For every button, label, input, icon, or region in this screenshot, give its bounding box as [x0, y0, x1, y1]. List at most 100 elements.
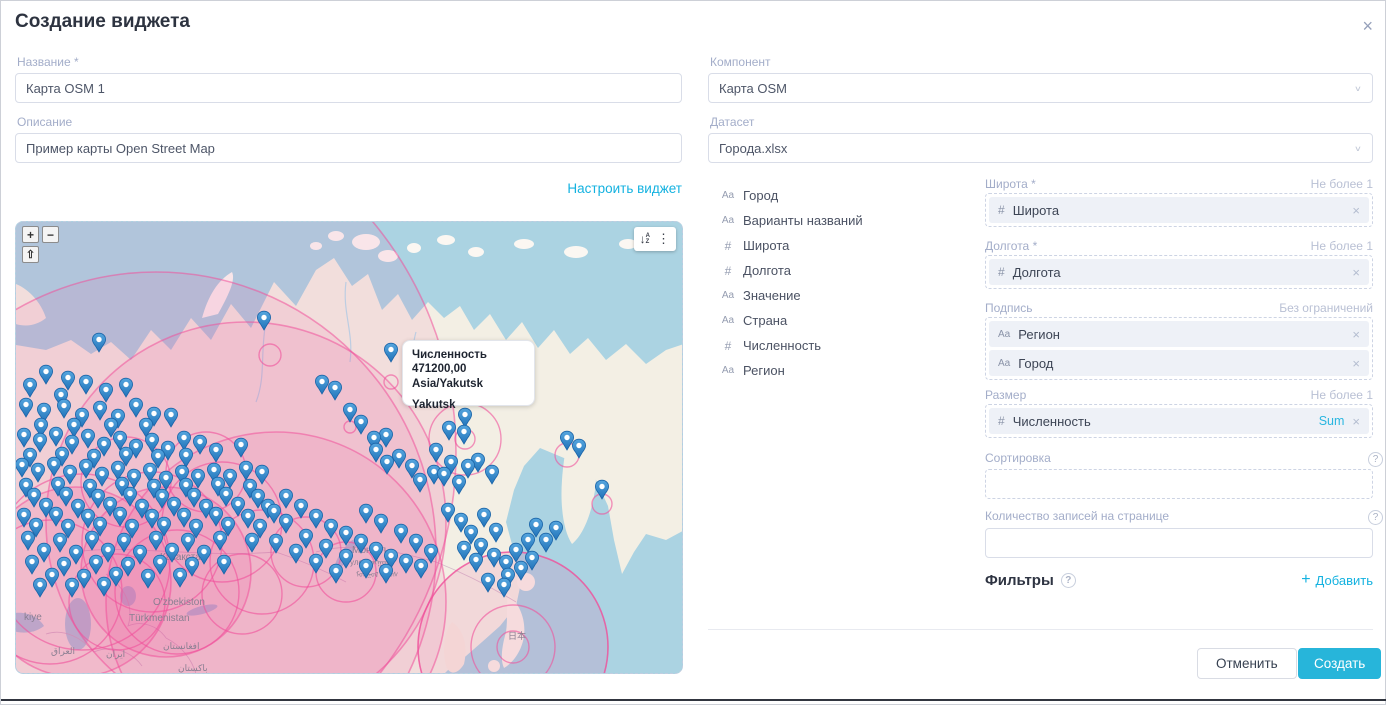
number-type-icon: # — [998, 265, 1005, 279]
text-type-icon: Aa — [998, 329, 1010, 340]
text-type-icon: Aa — [998, 358, 1010, 369]
slot-label: Подпись — [985, 301, 1033, 315]
slot-limit-hint: Не более 1 — [1311, 239, 1373, 253]
close-icon[interactable]: × — [1362, 17, 1373, 35]
text-type-icon: Aa — [721, 315, 735, 326]
chip-remove-icon[interactable]: × — [1352, 327, 1360, 342]
chevron-down-icon: ∨ — [1354, 143, 1362, 152]
map-extent-button[interactable]: ⇧ — [22, 246, 39, 263]
number-type-icon: # — [721, 264, 735, 278]
chevron-down-icon: ∨ — [1354, 83, 1362, 92]
filters-help-icon[interactable]: ? — [1061, 573, 1076, 588]
chip-label: Регион — [1018, 327, 1060, 342]
create-widget-modal: { "modal": { "title": "Создание виджета"… — [0, 0, 1386, 705]
cancel-button[interactable]: Отменить — [1197, 648, 1297, 679]
number-type-icon: # — [998, 414, 1005, 428]
text-type-icon: Aa — [721, 215, 735, 226]
filters-label: Фильтры — [985, 572, 1054, 589]
svg-text:العراق: العراق — [51, 646, 75, 657]
chip-remove-icon[interactable]: × — [1352, 414, 1360, 429]
page-title: Создание виджета — [15, 11, 190, 33]
map-zoom-in-button[interactable]: + — [22, 226, 39, 243]
slot-limit-hint: Не более 1 — [1311, 388, 1373, 402]
pagesize-label: Количество записей на странице — [985, 509, 1169, 523]
dataset-field-item[interactable]: Aa Значение — [708, 283, 976, 308]
sorting-dropzone[interactable] — [985, 469, 1373, 499]
dataset-field-label: Варианты названий — [743, 213, 863, 228]
slot-dropzone[interactable]: # Численность Sum × — [985, 404, 1373, 438]
dataset-field-item[interactable]: # Широта — [708, 233, 976, 258]
dataset-field-label: Город — [743, 188, 778, 203]
svg-text:kiye: kiye — [24, 612, 42, 623]
slot-label: Долгота * — [985, 239, 1037, 253]
chip-label: Численность — [1013, 414, 1091, 429]
svg-text:Türkmenistan: Türkmenistan — [129, 613, 190, 624]
map-zoom-out-button[interactable]: − — [42, 226, 59, 243]
svg-text:باكستان: باكستان — [178, 663, 208, 673]
chip-label: Широта — [1013, 203, 1059, 218]
chip-label: Город — [1018, 356, 1053, 371]
dataset-select[interactable]: Города.xlsx∨ — [708, 133, 1373, 163]
field-chip[interactable]: Aa Регион × — [989, 321, 1369, 347]
configure-widget-link[interactable]: Настроить виджет — [15, 181, 682, 196]
slot-limit-hint: Без ограничений — [1279, 301, 1373, 315]
slot-dropzone[interactable]: # Широта × — [985, 193, 1373, 227]
chip-label: Долгота — [1013, 265, 1061, 280]
map-canvas: ҚазақстанO'zbekistonTürkmenistanافغانستا… — [16, 222, 683, 674]
create-button[interactable]: Создать — [1298, 648, 1381, 679]
description-input[interactable]: Пример карты Open Street Map — [15, 133, 682, 163]
tooltip-measure-label: Численность — [412, 349, 487, 361]
dataset-field-label: Регион — [743, 363, 785, 378]
text-type-icon: Aa — [721, 365, 735, 376]
chip-remove-icon[interactable]: × — [1352, 356, 1360, 371]
tooltip-city: Yakutsk — [412, 398, 525, 412]
tooltip-measure-value: 471200,00 — [412, 363, 466, 375]
sorting-label: Сортировка — [985, 451, 1051, 465]
map-preview[interactable]: ҚазақстанO'zbekistonTürkmenistanافغانستا… — [15, 221, 683, 674]
plus-icon: + — [1301, 571, 1310, 589]
number-type-icon: # — [721, 239, 735, 253]
add-filter-link[interactable]: + Добавить — [1301, 571, 1373, 589]
bottom-edge-bar — [1, 699, 1386, 701]
aggregation-label[interactable]: Sum — [1319, 414, 1345, 428]
number-type-icon: # — [998, 203, 1005, 217]
text-type-icon: Aa — [721, 290, 735, 301]
number-type-icon: # — [721, 339, 735, 353]
dataset-field-item[interactable]: Aa Регион — [708, 358, 976, 383]
dataset-field-item[interactable]: Aa Варианты названий — [708, 208, 976, 233]
component-select[interactable]: Карта OSM∨ — [708, 73, 1373, 103]
dataset-field-label: Значение — [743, 288, 801, 303]
dataset-field-item[interactable]: # Численность — [708, 333, 976, 358]
kebab-menu-icon[interactable]: ⋮ — [657, 231, 670, 247]
dataset-label: Датасет — [710, 115, 754, 129]
slot-limit-hint: Не более 1 — [1311, 177, 1373, 191]
field-chip[interactable]: Aa Город × — [989, 350, 1369, 376]
component-label: Компонент — [710, 55, 771, 69]
sort-az-icon[interactable]: ↓ AZ — [640, 233, 650, 246]
name-input[interactable]: Карта OSM 1 — [15, 73, 682, 103]
field-chip[interactable]: # Численность Sum × — [989, 408, 1369, 434]
description-label: Описание — [17, 115, 72, 129]
pagesize-input[interactable] — [985, 528, 1373, 558]
dataset-field-label: Численность — [743, 338, 821, 353]
slot-dropzone[interactable]: Aa Регион × Aa Город × — [985, 317, 1373, 380]
svg-text:ایران: ایران — [106, 649, 125, 660]
sorting-help-icon[interactable]: ? — [1368, 452, 1383, 467]
svg-text:O'zbekiston: O'zbekiston — [153, 597, 205, 608]
dataset-field-item[interactable]: Aa Страна — [708, 308, 976, 333]
dataset-field-item[interactable]: # Долгота — [708, 258, 976, 283]
dataset-field-label: Широта — [743, 238, 789, 253]
svg-text:افغانستان: افغانستان — [163, 641, 200, 651]
dataset-field-label: Долгота — [743, 263, 791, 278]
field-chip[interactable]: # Долгота × — [989, 259, 1369, 285]
chip-remove-icon[interactable]: × — [1352, 265, 1360, 280]
field-chip[interactable]: # Широта × — [989, 197, 1369, 223]
pagesize-help-icon[interactable]: ? — [1368, 510, 1383, 525]
name-label: Название * — [17, 55, 79, 69]
chip-remove-icon[interactable]: × — [1352, 203, 1360, 218]
dataset-field-label: Страна — [743, 313, 787, 328]
slot-dropzone[interactable]: # Долгота × — [985, 255, 1373, 289]
map-tooltip: Численность 471200,00 Asia/Yakutsk Yakut… — [402, 340, 535, 406]
dataset-field-item[interactable]: AaГород — [708, 183, 976, 208]
slot-label: Размер — [985, 388, 1026, 402]
